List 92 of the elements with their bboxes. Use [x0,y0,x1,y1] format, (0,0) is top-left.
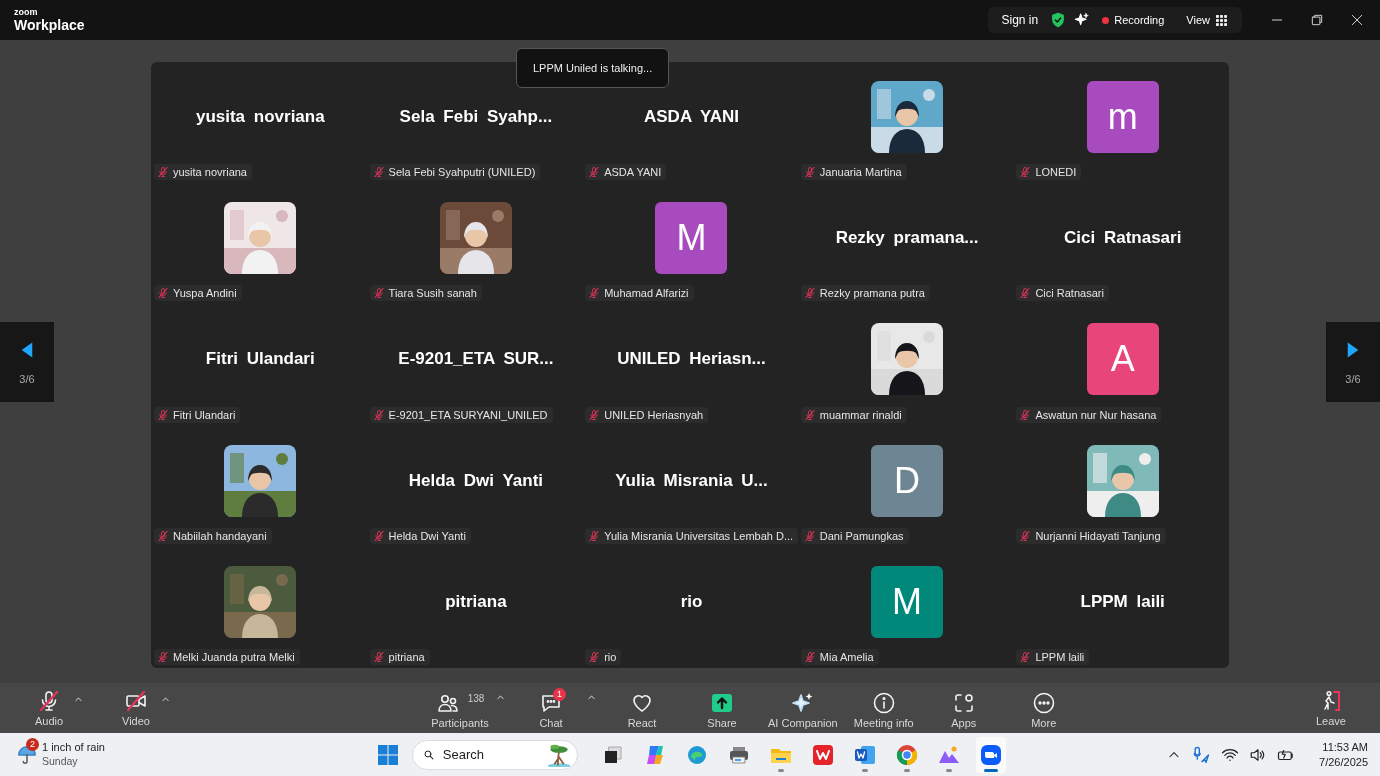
info-button[interactable]: Meeting info [849,687,918,729]
participant-avatar: m [1086,81,1159,154]
mic-location-icon[interactable] [1191,744,1212,765]
participant-count: 138 [467,693,485,704]
participant-name-label: yusita novriana [173,166,247,179]
participant-name: rio [680,591,703,612]
participant-name-label: UNILED Heriasnyah [604,408,704,421]
caret-up-icon[interactable] [74,695,83,704]
participant-name-label: Rezky pramana putra [819,287,925,300]
more-button[interactable]: More [1009,687,1078,729]
sparkle-icon [790,691,815,715]
participant-name-label: muammar rinaldi [819,408,902,421]
participant-name-label: Helda Dwi Yanti [388,529,466,542]
clock[interactable]: 11:53 AM 7/26/2025 [1319,740,1368,769]
participant-name-label: Tiara Susih sanah [388,287,477,300]
participant-avatar: A [1086,323,1159,396]
restore-icon[interactable] [1310,13,1324,27]
participant-name-label: Yuspa Andini [173,287,237,300]
weather-text: 1 inch of rain [42,741,105,755]
sparkle-icon[interactable] [1074,12,1091,28]
participant-name-label: Mia Amelia [819,651,874,663]
participant-name: yusita novriana [195,107,325,128]
audio-button[interactable]: Audio [26,689,72,727]
participant-name: Fitri Ulandari [205,349,315,370]
share-button[interactable]: Share [688,687,756,729]
participant-name-label: Muhamad Alfarizi [604,287,689,300]
wps-app-icon [811,742,835,767]
search-input[interactable]: Search [440,746,545,763]
participant-avatar: M [871,565,944,638]
participant-name: Sela Febi Syahp... [399,107,553,128]
chat-button[interactable]: 1 Chat [517,687,585,729]
video-button[interactable]: Video [113,689,159,727]
participant-name-label: Cici Ratnasari [1035,287,1104,300]
page-counter: 3/6 [1345,372,1361,385]
apps-button[interactable]: Apps [929,687,998,729]
react-button[interactable]: React [608,687,676,729]
participant-name-label: ASDA YANI [604,166,662,179]
page-counter: 3/6 [19,372,35,385]
weather-day: Sunday [42,754,105,768]
participant-avatar: M [655,202,728,275]
ai-button[interactable]: AI Companion [768,687,838,729]
search-bar[interactable]: Search [412,739,578,770]
participant-name: Yulia Misrania U... [615,470,768,491]
shield-check-icon[interactable] [1050,12,1067,28]
participant-name: UNILED Heriasn... [617,349,766,370]
windows-start-icon[interactable] [376,742,400,767]
leave-button[interactable]: Leave [1308,689,1354,727]
participant-name-label: Yulia Misrania Universitas Lembah D... [604,529,794,542]
logo-text: zoom [14,8,39,17]
caret-up-icon[interactable] [587,693,596,702]
view-button[interactable]: View [1182,13,1232,27]
page-nav-button[interactable]: 3/6 [0,321,54,402]
participant-name-label: Nabiilah handayani [173,529,267,542]
participant-name: Cici Ratnasari [1064,228,1182,249]
participant-name: ASDA YANI [644,107,739,128]
clock-time: 11:53 AM [1322,740,1368,755]
participant-name: E-9201_ETA SUR... [398,349,554,370]
clock-date: 7/26/2025 [1319,754,1368,769]
browser-icon [895,742,919,767]
participant-name-label: Melki Juanda putra Melki [173,651,295,663]
logo-text: Workplace [14,18,85,32]
participant-name-label: LONEDI [1035,166,1077,179]
participant-name-label: Fitri Ulandari [173,408,236,421]
participant-name-label: Dani Pamungkas [819,529,904,542]
unread-badge: 1 [553,688,566,701]
participant-name-label: pitriana [388,651,425,663]
talking-notification: LPPM Uniled is talking... [516,48,670,88]
participant-name-label: Januaria Martina [819,166,902,179]
participant-name: pitriana [445,591,507,612]
participant-name: LPPM laili [1080,591,1165,612]
participant-name-label: rio [604,651,617,663]
share-screen-icon [710,691,734,715]
close-icon[interactable] [1350,13,1364,27]
info-icon [871,691,896,715]
participant-name-label: E-9201_ETA SURYANI_UNILED [388,408,548,421]
participant-name: Rezky pramana... [835,228,979,249]
caret-up-icon[interactable] [496,693,505,702]
participants-button[interactable]: 138 Participants [426,687,494,729]
caret-up-icon[interactable] [161,695,170,704]
grid-icon [1215,13,1228,27]
notification-badge: 2 [26,737,39,751]
participant-name: Helda Dwi Yanti [408,470,544,491]
more-icon [1031,691,1056,715]
participant-name-label: Aswatun nur Nur hasana [1035,408,1157,421]
participant-name-label: Sela Febi Syahputri (UNILED) [388,166,536,179]
participant-name-label: Nurjanni Hidayati Tanjung [1035,529,1161,542]
participant-name-label: LPPM laili [1035,651,1085,663]
page-nav-button[interactable]: 3/6 [1326,321,1380,402]
video-app-icon [979,742,1003,767]
participant-avatar: D [871,444,944,517]
sign-in-button[interactable]: Sign in [997,13,1043,27]
recording-button[interactable]: Recording [1098,14,1169,26]
